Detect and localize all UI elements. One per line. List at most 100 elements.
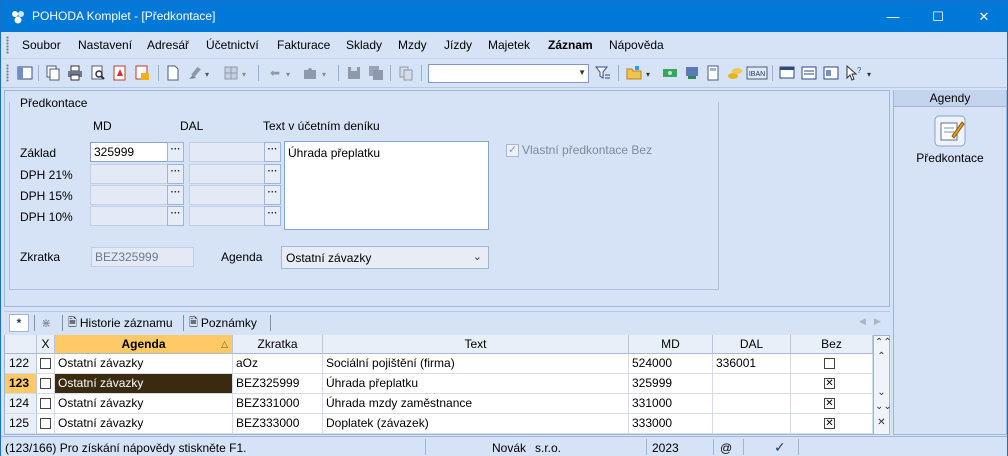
chevron-down-icon[interactable]: ▾: [322, 70, 326, 79]
row-number[interactable]: 124: [5, 394, 37, 414]
cell-text[interactable]: Úhrada mzdy zaměstnance: [323, 394, 629, 414]
column-header-bez[interactable]: Bez: [791, 335, 873, 354]
vlastni-predkontace-checkbox[interactable]: ✓: [506, 144, 519, 157]
cell-text[interactable]: Úhrada přeplatku: [323, 374, 629, 394]
row-number[interactable]: 122: [5, 354, 37, 374]
menu-napoveda[interactable]: Nápověda: [609, 38, 664, 52]
row-select-cell[interactable]: [37, 374, 55, 394]
cell-md[interactable]: 331000: [629, 394, 713, 414]
save-all-icon[interactable]: [367, 64, 385, 82]
cell-dal[interactable]: [713, 394, 791, 414]
row-select-checkbox[interactable]: [40, 378, 51, 389]
bez-checkbox[interactable]: [824, 358, 835, 369]
bez-checkbox-checked[interactable]: ✕: [824, 378, 835, 389]
chevron-down-icon[interactable]: ▾: [867, 70, 871, 79]
cell-bez[interactable]: ✕: [791, 374, 873, 394]
md-dph10-input[interactable]: [90, 206, 168, 226]
menu-jizdy[interactable]: Jízdy: [444, 38, 472, 52]
row-select-cell[interactable]: [37, 354, 55, 374]
cell-dal[interactable]: 336001: [713, 354, 791, 374]
column-header-dal[interactable]: DAL: [713, 335, 791, 354]
help-pointer-icon[interactable]: ?: [844, 64, 862, 82]
preview-window-icon[interactable]: [822, 64, 840, 82]
journal-text-input[interactable]: Úhrada přeplatku: [284, 141, 489, 230]
md-dph21-picker-button[interactable]: ···: [167, 164, 184, 184]
dal-dph21-picker-button[interactable]: ···: [264, 164, 281, 184]
row-select-checkbox[interactable]: [40, 358, 51, 369]
menu-majetek[interactable]: Majetek: [488, 38, 530, 52]
scroll-first-icon[interactable]: ⌃⌃: [875, 337, 892, 348]
row-select-checkbox[interactable]: [40, 398, 51, 409]
status-email-at[interactable]: @: [720, 441, 732, 455]
dal-dph15-input[interactable]: [189, 185, 265, 205]
zkratka-input[interactable]: BEZ325999: [91, 247, 194, 267]
export-icon[interactable]: [133, 64, 151, 82]
edit-brush-icon[interactable]: [186, 64, 204, 82]
column-header-zkratka[interactable]: Zkratka: [233, 335, 323, 354]
md-dph10-picker-button[interactable]: ···: [167, 206, 184, 226]
payment-icon[interactable]: [683, 64, 701, 82]
filter-icon[interactable]: [594, 64, 612, 82]
menu-zaznam[interactable]: Záznam: [548, 38, 593, 52]
menu-mzdy[interactable]: Mzdy: [398, 38, 427, 52]
tab-scroll-right-icon[interactable]: ▶: [874, 316, 881, 327]
folder-icon[interactable]: [625, 64, 643, 82]
md-dph15-input[interactable]: [90, 185, 168, 205]
tab-all[interactable]: *: [9, 314, 29, 332]
chevron-down-icon[interactable]: ▾: [286, 70, 290, 79]
agenda-select[interactable]: Ostatní závazky ⌄: [281, 246, 489, 269]
row-number[interactable]: 123: [5, 374, 37, 394]
menubar-grip[interactable]: [6, 36, 9, 54]
tab-filter[interactable]: ⋇: [41, 314, 51, 332]
print-icon[interactable]: [66, 64, 84, 82]
dal-dph10-picker-button[interactable]: ···: [264, 206, 281, 226]
column-header-text[interactable]: Text: [323, 335, 629, 354]
dal-dph15-picker-button[interactable]: ···: [264, 185, 281, 205]
cell-dal[interactable]: [713, 374, 791, 394]
bez-checkbox-checked[interactable]: ✕: [824, 418, 835, 429]
row-select-cell[interactable]: [37, 394, 55, 414]
new-record-icon[interactable]: [164, 64, 182, 82]
maximize-button[interactable]: ☐: [915, 1, 961, 32]
menu-adresar[interactable]: Adresář: [147, 38, 189, 52]
print-preview-icon[interactable]: [89, 64, 107, 82]
chevron-down-icon[interactable]: ▼: [578, 68, 586, 77]
puzzle-icon[interactable]: [301, 64, 319, 82]
panel-toggle-icon[interactable]: [16, 64, 34, 82]
cell-dal[interactable]: [713, 414, 791, 434]
money-icon[interactable]: [661, 64, 679, 82]
chevron-down-icon[interactable]: ▾: [242, 70, 246, 79]
menu-fakturace[interactable]: Fakturace: [277, 38, 330, 52]
cell-text[interactable]: Sociální pojištění (firma): [323, 354, 629, 374]
column-header-x[interactable]: X: [37, 335, 55, 354]
tab-poznamky[interactable]: 🗎 Poznámky: [189, 314, 257, 332]
agendy-item-predkontace[interactable]: Předkontace: [894, 151, 1006, 165]
window-icon[interactable]: [778, 64, 796, 82]
bez-checkbox-checked[interactable]: ✕: [824, 398, 835, 409]
row-select-checkbox[interactable]: [40, 418, 51, 429]
menu-ucetnictvi[interactable]: Účetnictví: [206, 38, 259, 52]
dal-dph10-input[interactable]: [189, 206, 265, 226]
md-zaklad-input[interactable]: 325999: [90, 142, 168, 162]
cell-zkratka[interactable]: BEZ331000: [233, 394, 323, 414]
duplicate-icon[interactable]: [397, 64, 415, 82]
tab-historie[interactable]: 🗎 Historie záznamu: [68, 314, 173, 332]
cell-agenda[interactable]: Ostatní závazky: [55, 354, 233, 374]
cell-zkratka[interactable]: BEZ333000: [233, 414, 323, 434]
calculator-icon[interactable]: [704, 64, 722, 82]
copy-icon[interactable]: [44, 64, 62, 82]
dal-zaklad-input[interactable]: [189, 142, 265, 162]
chevron-down-icon[interactable]: ▾: [205, 70, 209, 79]
column-header-agenda[interactable]: Agenda △: [55, 335, 233, 354]
menu-soubor[interactable]: Soubor: [22, 38, 61, 52]
minimize-button[interactable]: —: [870, 1, 916, 32]
back-arrow-icon[interactable]: ⬅: [266, 64, 284, 82]
dal-dph21-input[interactable]: [189, 164, 265, 184]
chevron-down-icon[interactable]: ▾: [646, 70, 650, 79]
menu-nastaveni[interactable]: Nastavení: [78, 38, 132, 52]
status-year[interactable]: 2023: [652, 441, 679, 455]
cell-agenda[interactable]: Ostatní závazky: [55, 414, 233, 434]
cell-md[interactable]: 325999: [629, 374, 713, 394]
save-icon[interactable]: [345, 64, 363, 82]
scroll-last-icon[interactable]: ⌄⌄: [875, 401, 892, 412]
